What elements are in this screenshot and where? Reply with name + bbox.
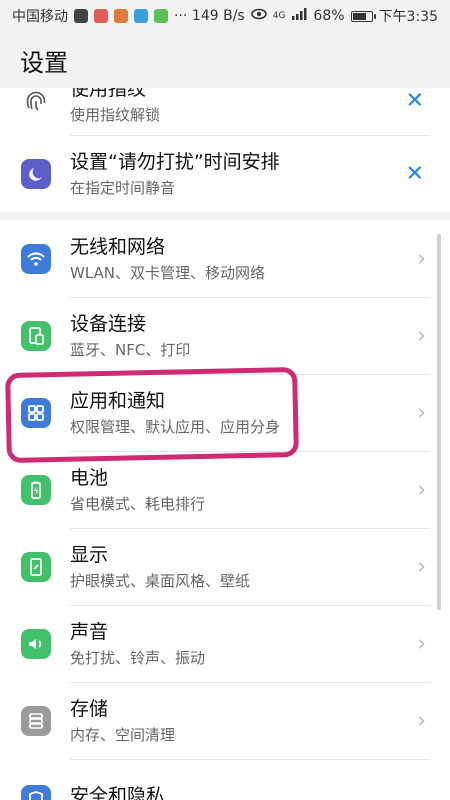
settings-item-texts: 安全和隐私 (70, 783, 165, 800)
settings-item-texts: 设备连接 蓝牙、NFC、打印 (70, 311, 190, 361)
more-notifications-icon: ··· (174, 8, 188, 24)
moon-icon (21, 158, 51, 189)
suggestion-do-not-disturb[interactable]: 设置“请勿打扰”时间安排 在指定时间静音 ✕ (0, 135, 450, 212)
settings-item-subtitle: 蓝牙、NFC、打印 (70, 340, 191, 359)
dismiss-suggestion-icon[interactable]: ✕ (406, 88, 424, 113)
app-notification-icon (74, 9, 88, 23)
suggestion-texts: 设置“请勿打扰”时间安排 在指定时间静音 (70, 149, 280, 199)
settings-item-texts: 存储 内存、空间清理 (70, 696, 175, 746)
network-speed: 149 B/s (191, 8, 245, 24)
settings-item-title: 显示 (70, 543, 109, 566)
page-title: 设置 (20, 48, 68, 77)
eye-comfort-icon (250, 8, 267, 24)
scrollbar[interactable] (437, 234, 441, 610)
device-link-icon (21, 320, 51, 351)
settings-item-title: 设备连接 (70, 312, 147, 335)
display-icon (21, 551, 51, 582)
chevron-right-icon: › (417, 477, 426, 502)
app-notification-icon (134, 9, 148, 23)
status-left: 中国移动 ··· (12, 6, 187, 26)
settings-item-subtitle: 护眼模式、桌面风格、壁纸 (70, 571, 251, 590)
settings-item-sound[interactable]: 声音 免打扰、铃声、振动 › (0, 605, 450, 682)
settings-item-subtitle: 免打扰、铃声、振动 (70, 648, 206, 667)
suggestion-fingerprint[interactable]: 使用指纹 使用指纹解锁 ✕ (0, 88, 450, 139)
settings-item-device-connection[interactable]: 设备连接 蓝牙、NFC、打印 › (0, 297, 450, 374)
settings-item-security[interactable]: 安全和隐私 › (0, 759, 450, 800)
settings-item-title: 安全和隐私 (70, 785, 166, 800)
app-notification-icon (94, 9, 108, 23)
settings-item-storage[interactable]: 存储 内存、空间清理 › (0, 682, 450, 759)
highlight-annotation (5, 366, 299, 464)
settings-item-texts: 电池 省电模式、耗电排行 (70, 465, 205, 515)
carrier-name: 中国移动 (12, 9, 68, 25)
chevron-right-icon: › (417, 793, 426, 800)
wifi-icon (21, 243, 51, 274)
app-notification-icon (154, 9, 168, 23)
settings-item-texts: 无线和网络 WLAN、双卡管理、移动网络 (70, 234, 265, 284)
suggestion-subtitle: 使用指纹解锁 (70, 105, 161, 124)
chevron-right-icon: › (417, 323, 426, 348)
status-bar: 中国移动 ··· 149 B/s 4G 68% 下午3:35 (0, 0, 450, 32)
sound-icon (21, 628, 51, 659)
battery-percent: 68% (313, 8, 345, 24)
settings-item-title: 无线和网络 (70, 235, 166, 258)
settings-item-title: 声音 (70, 620, 109, 643)
suggestion-title: 使用指纹 (70, 88, 147, 100)
settings-item-subtitle: WLAN、双卡管理、移动网络 (70, 263, 266, 282)
settings-list: 无线和网络 WLAN、双卡管理、移动网络 › 设备连接 蓝牙、NFC、打印 › (0, 220, 450, 800)
battery-icon (350, 10, 376, 22)
storage-icon (21, 705, 51, 736)
app-notification-icon (114, 9, 128, 23)
suggestions-card: 使用指纹 使用指纹解锁 ✕ 设置“请勿打扰”时间安排 在指定时间静音 ✕ (0, 88, 450, 212)
fingerprint-icon (21, 88, 51, 116)
suggestion-subtitle: 在指定时间静音 (70, 178, 176, 197)
clock: 下午3:35 (378, 9, 438, 25)
settings-item-subtitle: 省电模式、耗电排行 (70, 494, 206, 513)
chevron-right-icon: › (417, 400, 426, 425)
settings-item-display[interactable]: 显示 护眼模式、桌面风格、壁纸 › (0, 528, 450, 605)
network-type: 4G (272, 10, 286, 21)
chevron-right-icon: › (417, 246, 426, 271)
settings-item-subtitle: 内存、空间清理 (70, 725, 176, 744)
chevron-right-icon: › (417, 631, 426, 656)
settings-item-wireless[interactable]: 无线和网络 WLAN、双卡管理、移动网络 › (0, 220, 450, 297)
settings-item-battery[interactable]: 电池 省电模式、耗电排行 › (0, 451, 450, 528)
chevron-right-icon: › (417, 708, 426, 733)
settings-item-title: 存储 (70, 697, 109, 720)
battery-icon (21, 474, 51, 505)
settings-item-title: 电池 (70, 466, 109, 489)
settings-item-texts: 显示 护眼模式、桌面风格、壁纸 (70, 542, 250, 592)
suggestion-texts: 使用指纹 使用指纹解锁 (70, 88, 160, 126)
status-right: 149 B/s 4G 68% 下午3:35 (192, 6, 438, 26)
settings-item-texts: 声音 免打扰、铃声、振动 (70, 619, 205, 669)
dismiss-suggestion-icon[interactable]: ✕ (406, 161, 424, 186)
suggestion-title: 设置“请勿打扰”时间安排 (70, 150, 280, 173)
shield-icon (21, 785, 51, 800)
signal-bars-icon (291, 8, 307, 24)
settings-screen: 中国移动 ··· 149 B/s 4G 68% 下午3:35 设置 使用指纹 使… (0, 0, 450, 800)
chevron-right-icon: › (417, 554, 426, 579)
